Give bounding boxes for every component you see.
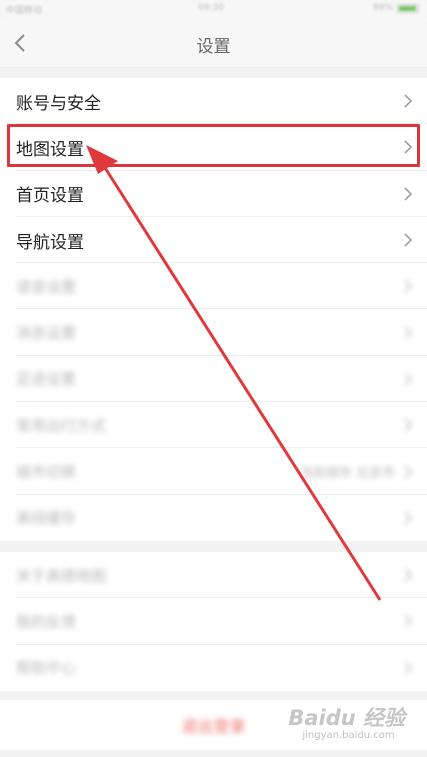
settings-item-home-settings[interactable]: 首页设置: [0, 171, 427, 218]
settings-item-offline-cache[interactable]: 离线缓存: [0, 495, 427, 541]
settings-item-label: 离线缓存: [16, 509, 77, 528]
chevron-right-icon: [404, 418, 413, 432]
watermark-url: jingyan.baidu.com: [302, 730, 395, 741]
chevron-right-icon: [404, 326, 413, 340]
watermark-logo: Baidu 经验: [288, 706, 405, 730]
nav-bar: 设置: [0, 18, 427, 68]
chevron-right-icon: [404, 661, 413, 675]
settings-item-label: 账号与安全: [16, 93, 101, 114]
settings-item-feedback[interactable]: 我的反馈: [0, 598, 427, 645]
settings-item-label: 消息设置: [16, 324, 77, 343]
settings-item-travel-mode[interactable]: 常用出行方式: [0, 402, 427, 449]
settings-item-label: 首页设置: [16, 186, 84, 207]
settings-item-account-security[interactable]: 账号与安全: [0, 78, 427, 125]
battery-icon: [397, 3, 419, 13]
settings-item-label: 城市切换: [16, 463, 77, 482]
settings-item-value: 当前城市 北京市: [299, 466, 395, 482]
settings-item-label: 常用出行方式: [16, 416, 107, 435]
settings-item-city-switch[interactable]: 城市切换 当前城市 北京市: [0, 448, 427, 495]
carrier-label: 中国移动: [6, 6, 43, 16]
settings-item-label: 我的反馈: [16, 612, 77, 631]
settings-item-about[interactable]: 关于高德地图: [0, 552, 427, 599]
time-label: 09:30: [198, 3, 224, 13]
chevron-right-icon: [404, 614, 413, 629]
chevron-right-icon: [404, 187, 413, 201]
settings-item-help[interactable]: 帮助中心: [0, 645, 427, 691]
settings-item-label: 足迹设置: [16, 370, 77, 389]
settings-item-voice-settings[interactable]: 语音设置: [0, 263, 427, 310]
chevron-right-icon: [404, 464, 413, 479]
logout-label: 退出登录: [181, 717, 246, 736]
settings-group-about: 关于高德地图 我的反馈 帮助中心: [0, 552, 427, 691]
battery-percent: 88%: [372, 3, 393, 13]
settings-item-label: 导航设置: [16, 232, 84, 253]
chevron-right-icon: [404, 279, 413, 293]
settings-item-label: 帮助中心: [16, 659, 77, 678]
settings-item-label: 地图设置: [16, 139, 84, 160]
chevron-right-icon: [404, 372, 413, 386]
watermark: Baidu 经验 jingyan.baidu.com: [288, 702, 405, 741]
settings-item-navigation-settings[interactable]: 导航设置: [0, 217, 427, 264]
chevron-right-icon: [404, 233, 413, 247]
status-bar: 中国移动 09:30 88%: [0, 0, 427, 18]
page-title: 设置: [196, 37, 231, 57]
settings-item-message-settings[interactable]: 消息设置: [0, 309, 427, 357]
settings-item-map-settings[interactable]: 地图设置: [0, 124, 427, 171]
status-right: 88%: [373, 3, 419, 13]
settings-item-footprint-settings[interactable]: 足迹设置: [0, 356, 427, 403]
settings-item-label: 语音设置: [16, 277, 77, 296]
settings-item-label: 关于高德地图: [16, 566, 107, 585]
settings-screen: 中国移动 09:30 88% 设置 账号与安全 地图设置 首页设置 导航设置 语…: [0, 0, 427, 757]
settings-group-main: 账号与安全 地图设置 首页设置 导航设置 语音设置 消息设置 足迹设置 常用出行…: [0, 78, 427, 541]
chevron-right-icon: [404, 511, 413, 525]
chevron-right-icon: [404, 568, 413, 582]
chevron-right-icon: [404, 140, 413, 155]
chevron-right-icon: [404, 94, 413, 108]
